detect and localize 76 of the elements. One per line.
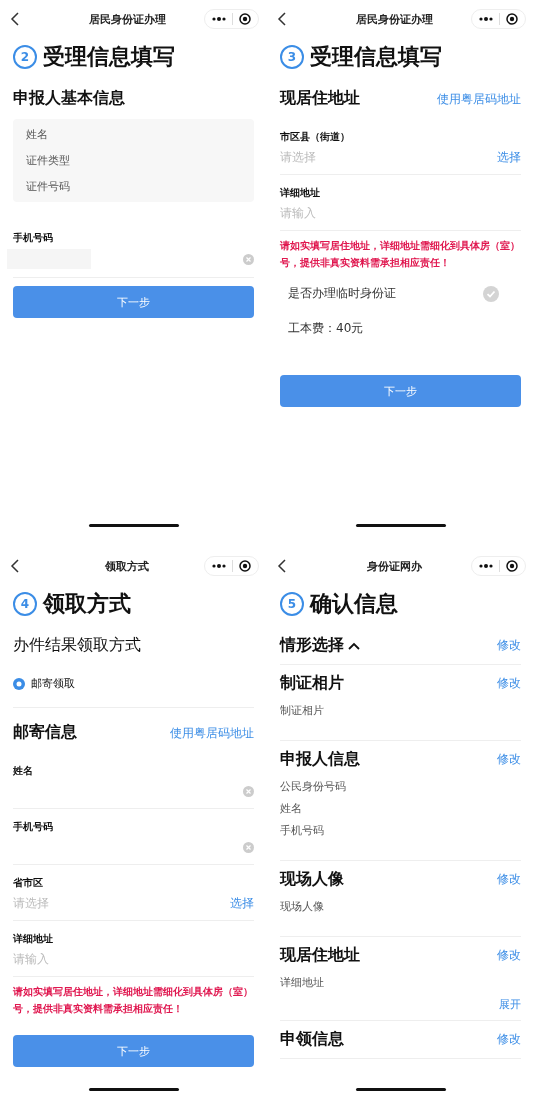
field-label: 手机号码 [13,231,53,245]
select-link[interactable]: 选择 [230,894,254,912]
nav-title: 居民身份证办理 [87,11,167,27]
page-title: 领取方式 [43,590,131,618]
section-heading: 现居住地址 [280,88,360,109]
select-link[interactable]: 选择 [497,148,521,166]
field-label: 手机号码 [13,820,53,834]
page-title: 受理信息填写 [310,43,442,71]
nav-title: 身份证网办 [365,558,423,574]
next-button[interactable]: 下一步 [13,286,254,318]
info-label: 现场人像 [280,900,325,914]
section-heading: 现居住地址 [280,945,360,966]
edit-link[interactable]: 修改 [497,871,521,888]
address-link[interactable]: 使用粤居码地址 [437,91,521,108]
info-label: 公民身份号码 [280,780,347,794]
section-heading: 情形选择 [280,635,344,656]
info-label: 姓名 [26,127,49,142]
edit-link[interactable]: 修改 [497,751,521,768]
next-button[interactable]: 下一步 [13,1035,254,1067]
section-subheading: 办件结果领取方式 [13,635,142,656]
more-icon[interactable] [479,564,493,568]
edit-link[interactable]: 修改 [497,947,521,964]
edit-link[interactable]: 修改 [497,1031,521,1048]
section-heading: 现场人像 [280,869,344,890]
capsule-menu[interactable] [471,9,526,29]
step-badge: 4 [13,592,37,616]
nav-title: 领取方式 [104,558,150,574]
info-label: 证件类型 [26,153,71,168]
section-heading: 制证相片 [280,673,344,694]
warning-text: 请如实填写居住地址，详细地址需细化到具体房（室）号，提供非真实资料需承担相应责任！ [13,985,254,1016]
input-field[interactable]: 请输入 [280,206,430,220]
back-icon[interactable] [277,12,287,26]
radio-icon[interactable] [13,677,25,690]
section-heading: 申报人信息 [280,749,360,770]
field-label: 省市区 [13,876,43,890]
info-label: 证件号码 [26,179,71,194]
info-label: 详细地址 [280,976,325,990]
field-label: 详细地址 [280,186,320,200]
info-label: 手机号码 [280,824,325,838]
section-heading: 邮寄信息 [13,722,77,743]
fee-text: 工本费：40元 [287,320,365,337]
capsule-menu[interactable] [471,556,526,576]
radio-label: 邮寄领取 [31,676,75,691]
edit-link[interactable]: 修改 [497,675,521,692]
field-label: 详细地址 [13,932,53,946]
check-label: 是否办理临时身份证 [288,285,396,302]
input-field[interactable]: 请输入 [13,952,163,966]
back-icon[interactable] [10,12,20,26]
field-label: 市区县（街道） [280,130,350,144]
section-heading: 申领信息 [280,1029,344,1050]
step-badge: 3 [280,45,304,69]
input-field[interactable]: 请选择 [13,896,163,910]
more-icon[interactable] [212,17,226,21]
edit-link[interactable]: 修改 [497,637,521,654]
expand-link[interactable]: 展开 [499,998,521,1012]
page-title: 确认信息 [310,590,398,618]
page-title: 受理信息填写 [43,43,175,71]
capsule-menu[interactable] [204,9,259,29]
step-badge: 5 [280,592,304,616]
section-heading: 申报人基本信息 [13,88,125,109]
step-badge: 2 [13,45,37,69]
chevron-up-icon[interactable] [348,641,360,650]
back-icon[interactable] [10,559,20,573]
field-label: 姓名 [13,764,33,778]
info-label: 制证相片 [280,704,325,718]
capsule-menu[interactable] [204,556,259,576]
next-button[interactable]: 下一步 [280,375,521,407]
input-field[interactable]: 请选择 [280,150,430,164]
check-icon[interactable] [483,285,499,302]
nav-title: 居民身份证办理 [354,11,434,27]
info-label: 姓名 [280,802,303,816]
more-icon[interactable] [212,564,226,568]
back-icon[interactable] [277,559,287,573]
more-icon[interactable] [479,17,493,21]
warning-text: 请如实填写居住地址，详细地址需细化到具体房（室）号，提供非真实资料需承担相应责任！ [280,239,521,270]
address-link[interactable]: 使用粤居码地址 [170,725,254,742]
